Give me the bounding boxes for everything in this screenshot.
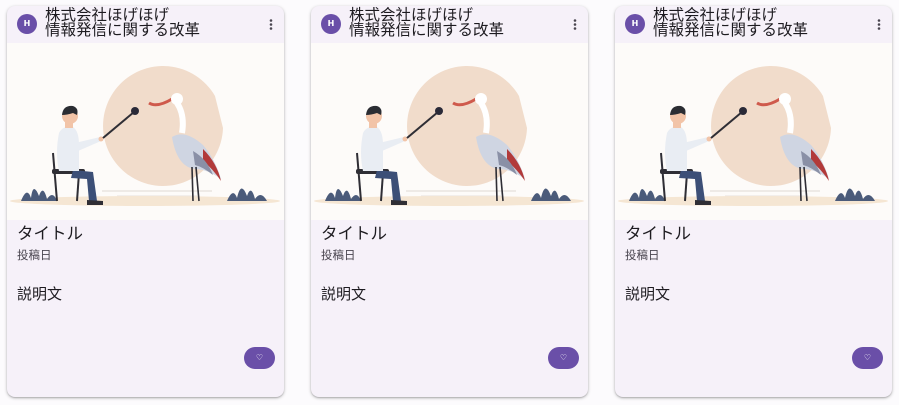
card-description: 説明文 — [321, 285, 367, 303]
post-card[interactable]: H 株式会社ほげほげ 情報発信に関する改革 タイトル 投稿日 説明文 ♡ — [311, 6, 588, 397]
more-options-button[interactable] — [264, 16, 278, 32]
avatar[interactable]: H — [17, 14, 37, 34]
avatar[interactable]: H — [625, 14, 645, 34]
card-title: タイトル — [17, 224, 83, 243]
card-header: H 株式会社ほげほげ 情報発信に関する改革 — [311, 6, 588, 43]
card-title: タイトル — [321, 224, 387, 243]
card-subhead: 投稿日 — [17, 248, 52, 262]
more-options-button[interactable] — [872, 16, 886, 32]
card-subhead: 投稿日 — [321, 248, 356, 262]
card-title: タイトル — [625, 224, 691, 243]
card-header-title: 株式会社ほげほげ 情報発信に関する改革 — [653, 6, 809, 39]
illustration — [311, 43, 588, 220]
more-options-button[interactable] — [568, 16, 582, 32]
card-header: H 株式会社ほげほげ 情報発信に関する改革 — [615, 6, 892, 43]
like-button[interactable]: ♡ — [852, 347, 883, 369]
card-media — [311, 43, 588, 220]
card-header-title: 株式会社ほげほげ 情報発信に関する改革 — [45, 6, 201, 39]
heart-icon: ♡ — [559, 353, 568, 362]
more-vert-icon — [269, 18, 273, 30]
illustration — [615, 43, 892, 220]
heart-icon: ♡ — [255, 353, 264, 362]
card-header-title: 株式会社ほげほげ 情報発信に関する改革 — [349, 6, 505, 39]
more-vert-icon — [573, 18, 577, 30]
more-vert-icon — [877, 18, 881, 30]
illustration — [7, 43, 284, 220]
card-header: H 株式会社ほげほげ 情報発信に関する改革 — [7, 6, 284, 43]
heart-icon: ♡ — [863, 353, 872, 362]
post-card[interactable]: H 株式会社ほげほげ 情報発信に関する改革 タイトル 投稿日 説明文 ♡ — [615, 6, 892, 397]
like-button[interactable]: ♡ — [548, 347, 579, 369]
card-subhead: 投稿日 — [625, 248, 660, 262]
card-description: 説明文 — [17, 285, 63, 303]
card-media — [615, 43, 892, 220]
card-description: 説明文 — [625, 285, 671, 303]
card-media — [7, 43, 284, 220]
post-card[interactable]: H 株式会社ほげほげ 情報発信に関する改革 タイトル 投稿日 説明文 ♡ — [7, 6, 284, 397]
avatar[interactable]: H — [321, 14, 341, 34]
like-button[interactable]: ♡ — [244, 347, 275, 369]
